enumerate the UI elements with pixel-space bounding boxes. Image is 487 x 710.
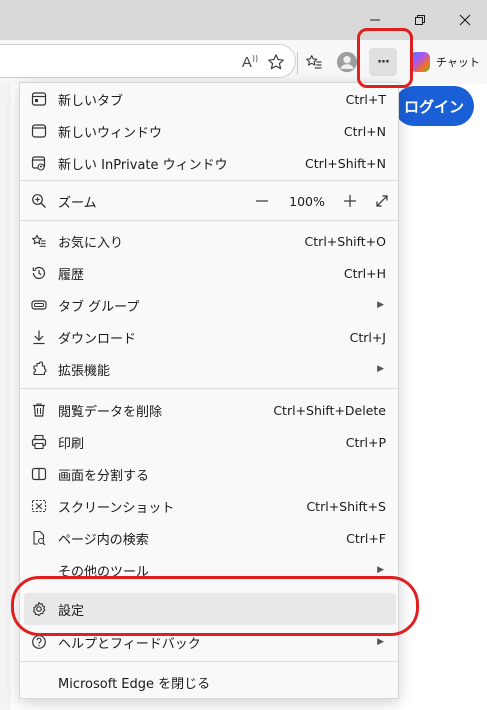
restore-icon bbox=[415, 15, 425, 25]
menu-item-find-on-page[interactable]: ページ内の検索 Ctrl+F bbox=[20, 522, 398, 554]
menu-item-screenshot[interactable]: スクリーンショット Ctrl+Shift+S bbox=[20, 490, 398, 522]
menu-item-shortcut: Ctrl+Shift+Delete bbox=[273, 402, 386, 418]
star-icon bbox=[268, 54, 284, 70]
zoom-in-button[interactable] bbox=[340, 192, 360, 210]
menu-divider bbox=[20, 661, 398, 662]
screenshot-icon bbox=[30, 497, 48, 515]
menu-item-tab-groups[interactable]: タブ グループ ▶ bbox=[20, 289, 398, 321]
copilot-chat-button[interactable]: チャット bbox=[406, 46, 482, 78]
annotation-highlight-more-button bbox=[357, 28, 413, 88]
menu-item-extensions[interactable]: 拡張機能 ▶ bbox=[20, 353, 398, 385]
window-titlebar bbox=[0, 0, 487, 40]
menu-item-label: Microsoft Edge を閉じる bbox=[58, 676, 211, 692]
menu-item-label: ダウンロード bbox=[58, 331, 137, 347]
menu-item-label: 履歴 bbox=[58, 267, 85, 283]
expand-icon bbox=[376, 195, 388, 207]
menu-item-shortcut: Ctrl+H bbox=[343, 265, 386, 281]
avatar-icon bbox=[336, 51, 358, 73]
menu-item-shortcut: Ctrl+F bbox=[346, 530, 386, 546]
menu-item-label: ページ内の検索 bbox=[58, 532, 149, 548]
menu-item-favorites[interactable]: お気に入り Ctrl+Shift+O bbox=[20, 225, 398, 257]
extensions-icon bbox=[30, 360, 48, 378]
new-tab-icon bbox=[30, 90, 48, 108]
add-favorite-button[interactable] bbox=[262, 48, 290, 76]
page-left-edge bbox=[0, 84, 11, 710]
menu-divider bbox=[20, 220, 398, 221]
zoom-icon bbox=[30, 192, 48, 210]
submenu-arrow-icon: ▶ bbox=[377, 637, 384, 647]
menu-item-shortcut: Ctrl+J bbox=[349, 329, 386, 345]
zoom-out-button[interactable] bbox=[252, 192, 272, 210]
menu-item-label: 新しいウィンドウ bbox=[58, 125, 163, 141]
toolbar-divider bbox=[297, 52, 298, 74]
minus-icon bbox=[256, 200, 268, 202]
menu-item-new-window[interactable]: 新しいウィンドウ Ctrl+N bbox=[20, 115, 398, 147]
favorites-icon bbox=[30, 232, 48, 250]
trash-icon bbox=[30, 401, 48, 419]
new-window-icon bbox=[30, 122, 48, 140]
menu-item-shortcut: Ctrl+P bbox=[345, 434, 386, 450]
fullscreen-button[interactable] bbox=[372, 192, 392, 210]
read-aloud-button[interactable]: A)) bbox=[236, 48, 264, 76]
browser-toolbar: A)) ··· チャット bbox=[0, 40, 487, 84]
submenu-arrow-icon: ▶ bbox=[377, 364, 384, 374]
menu-item-history[interactable]: 履歴 Ctrl+H bbox=[20, 257, 398, 289]
menu-item-label: お気に入り bbox=[58, 235, 124, 251]
plus-icon bbox=[344, 195, 356, 207]
submenu-arrow-icon: ▶ bbox=[377, 300, 384, 310]
menu-item-zoom: ズーム 100% bbox=[20, 185, 398, 217]
menu-item-shortcut: Ctrl+T bbox=[345, 91, 386, 107]
menu-item-shortcut: Ctrl+Shift+O bbox=[304, 233, 386, 249]
menu-item-downloads[interactable]: ダウンロード Ctrl+J bbox=[20, 321, 398, 353]
download-icon bbox=[30, 328, 48, 346]
annotation-highlight-settings bbox=[11, 576, 419, 636]
menu-item-label: 画面を分割する bbox=[58, 468, 150, 484]
submenu-arrow-icon: ▶ bbox=[377, 565, 384, 575]
menu-item-print[interactable]: 印刷 Ctrl+P bbox=[20, 426, 398, 458]
close-window-button[interactable] bbox=[442, 0, 487, 40]
inprivate-icon bbox=[30, 154, 48, 172]
menu-item-label: 新しいタブ bbox=[58, 93, 124, 109]
favorites-button[interactable] bbox=[300, 48, 328, 76]
login-button[interactable]: ログイン bbox=[394, 86, 474, 126]
chat-label: チャット bbox=[436, 56, 480, 69]
favorites-list-icon bbox=[306, 55, 322, 69]
zoom-level: 100% bbox=[289, 193, 325, 209]
print-icon bbox=[30, 433, 48, 451]
menu-item-label: 閲覧データを削除 bbox=[58, 404, 163, 420]
split-screen-icon bbox=[30, 465, 48, 483]
menu-divider bbox=[20, 180, 398, 181]
menu-item-label: タブ グループ bbox=[58, 299, 140, 315]
history-icon bbox=[30, 264, 48, 282]
menu-item-shortcut: Ctrl+Shift+S bbox=[306, 498, 386, 514]
menu-item-close-edge[interactable]: Microsoft Edge を閉じる bbox=[20, 666, 398, 698]
menu-item-label: 拡張機能 bbox=[58, 363, 111, 379]
copilot-icon bbox=[410, 52, 430, 72]
menu-item-label: 印刷 bbox=[58, 436, 85, 452]
menu-item-new-inprivate-window[interactable]: 新しい InPrivate ウィンドウ Ctrl+Shift+N bbox=[20, 147, 398, 179]
menu-item-split-screen[interactable]: 画面を分割する bbox=[20, 458, 398, 490]
close-icon bbox=[459, 14, 471, 26]
menu-item-label: 新しい InPrivate ウィンドウ bbox=[58, 157, 228, 173]
menu-item-shortcut: Ctrl+N bbox=[343, 123, 386, 139]
tab-groups-icon bbox=[30, 296, 48, 314]
menu-divider bbox=[20, 388, 398, 389]
menu-item-clear-browsing-data[interactable]: 閲覧データを削除 Ctrl+Shift+Delete bbox=[20, 394, 398, 426]
menu-item-new-tab[interactable]: 新しいタブ Ctrl+T bbox=[20, 83, 398, 115]
read-aloud-icon: A bbox=[241, 53, 252, 71]
menu-item-shortcut: Ctrl+Shift+N bbox=[305, 155, 386, 171]
zoom-controls: 100% bbox=[248, 185, 398, 217]
menu-item-label: スクリーンショット bbox=[58, 500, 175, 516]
login-label: ログイン bbox=[403, 97, 464, 116]
find-icon bbox=[30, 529, 48, 547]
minimize-icon bbox=[370, 19, 380, 21]
menu-item-label: ズーム bbox=[58, 195, 97, 211]
